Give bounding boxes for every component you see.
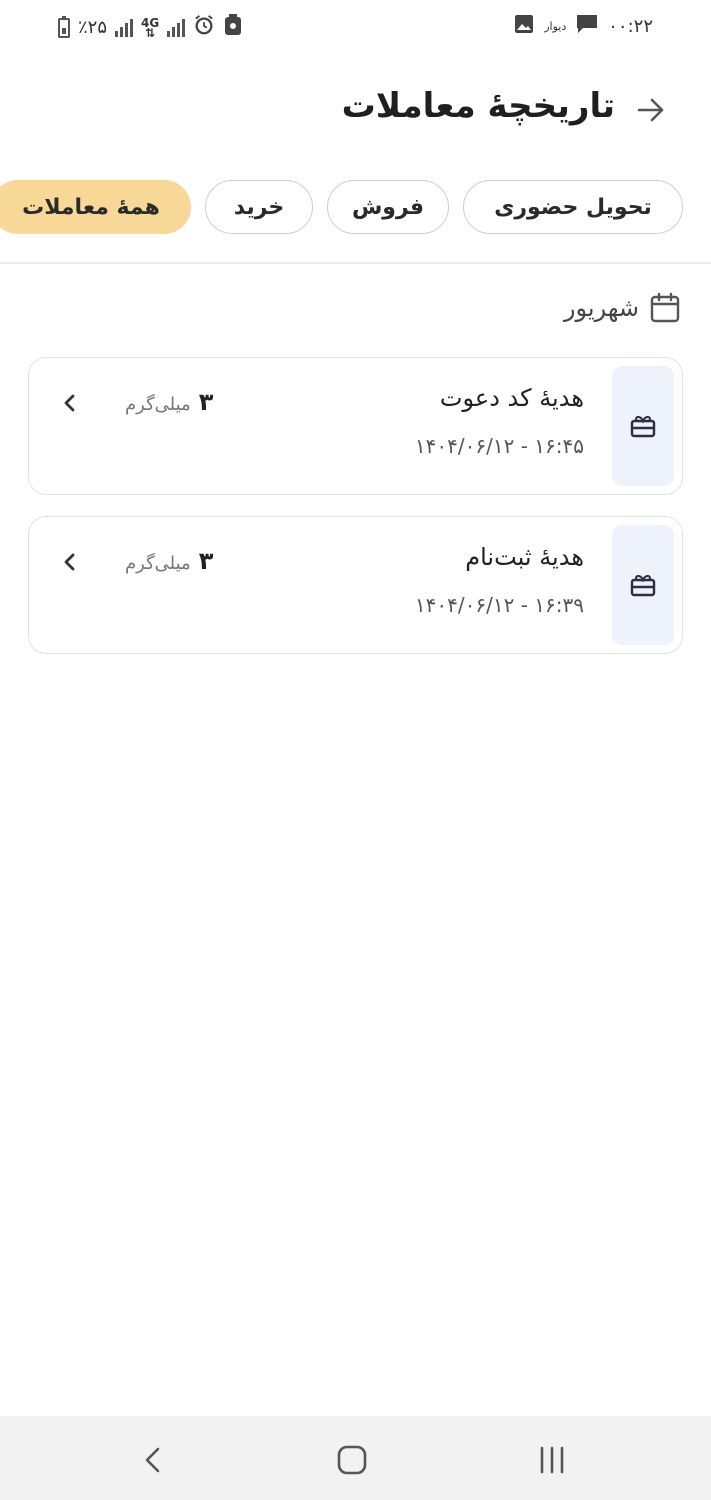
chevron-left-icon [64, 553, 75, 571]
gift-icon [630, 415, 656, 438]
amount-unit: میلی‌گرم [125, 553, 191, 574]
transaction-amount: ۳ میلی‌گرم [125, 547, 213, 575]
month-header: شهریور [564, 292, 681, 324]
transaction-card[interactable]: هدیهٔ ثبت‌نام ۱۶:۳۹ - ۱۴۰۴/۰۶/۱۲ ۳ میلی‌… [28, 516, 683, 654]
transaction-datetime: ۱۶:۳۹ - ۱۴۰۴/۰۶/۱۲ [414, 593, 584, 617]
page-title: تاریخچهٔ معاملات [341, 86, 615, 126]
tab-in-person-delivery[interactable]: تحویل حضوری [463, 180, 683, 234]
gift-icon [630, 574, 656, 597]
battery-icon [58, 15, 70, 38]
4g-icon: 4G ⇅ [141, 15, 160, 40]
signal-icon [115, 18, 134, 37]
nav-home-icon[interactable] [334, 1444, 370, 1476]
signal-icon [167, 18, 186, 37]
clock: ۰۰:۲۲ [608, 16, 653, 37]
transaction-card[interactable]: هدیهٔ کد دعوت ۱۶:۴۵ - ۱۴۰۴/۰۶/۱۲ ۳ میلی‌… [28, 357, 683, 495]
amount-value: ۳ [198, 547, 214, 575]
transaction-icon-box [612, 525, 674, 645]
status-bar-left: ٪۲۵ 4G ⇅ [58, 14, 243, 41]
image-icon [514, 14, 534, 39]
chevron-left-icon [64, 394, 75, 412]
transaction-title: هدیهٔ ثبت‌نام [465, 543, 584, 571]
transaction-datetime: ۱۶:۴۵ - ۱۴۰۴/۰۶/۱۲ [414, 434, 584, 458]
transaction-icon-box [612, 366, 674, 486]
status-bar: ٪۲۵ 4G ⇅ دیوار ۰۰:۲۲ [0, 0, 711, 54]
transaction-title: هدیهٔ کد دعوت [439, 384, 584, 412]
tab-buy[interactable]: خرید [205, 180, 313, 234]
amount-value: ۳ [198, 388, 214, 416]
nav-recent-apps-icon[interactable] [534, 1444, 570, 1476]
tab-sell[interactable]: فروش [327, 180, 449, 234]
alarm-icon [193, 14, 215, 41]
amount-unit: میلی‌گرم [125, 394, 191, 415]
transaction-amount: ۳ میلی‌گرم [125, 388, 213, 416]
message-icon [576, 14, 598, 39]
system-nav-bar [0, 1416, 711, 1500]
recycle-icon [223, 14, 243, 41]
calendar-icon [650, 292, 680, 323]
month-label: شهریور [563, 294, 639, 322]
battery-percent: ٪۲۵ [78, 17, 108, 38]
nav-back-icon[interactable] [136, 1444, 172, 1476]
tab-all-transactions[interactable]: همهٔ معاملات [0, 180, 191, 234]
divider [0, 262, 711, 264]
arrow-right-icon[interactable] [635, 94, 667, 126]
network-type: 4G [141, 15, 160, 30]
header: تاریخچهٔ معاملات [0, 80, 711, 140]
filter-tabs: همهٔ معاملات خرید فروش تحویل حضوری [0, 180, 683, 234]
status-bar-right: دیوار ۰۰:۲۲ [514, 14, 653, 39]
transaction-history-screen: ٪۲۵ 4G ⇅ دیوار ۰۰:۲۲ تاریخچهٔ معاملات هم… [0, 0, 711, 1500]
app-notification: دیوار [544, 20, 567, 33]
